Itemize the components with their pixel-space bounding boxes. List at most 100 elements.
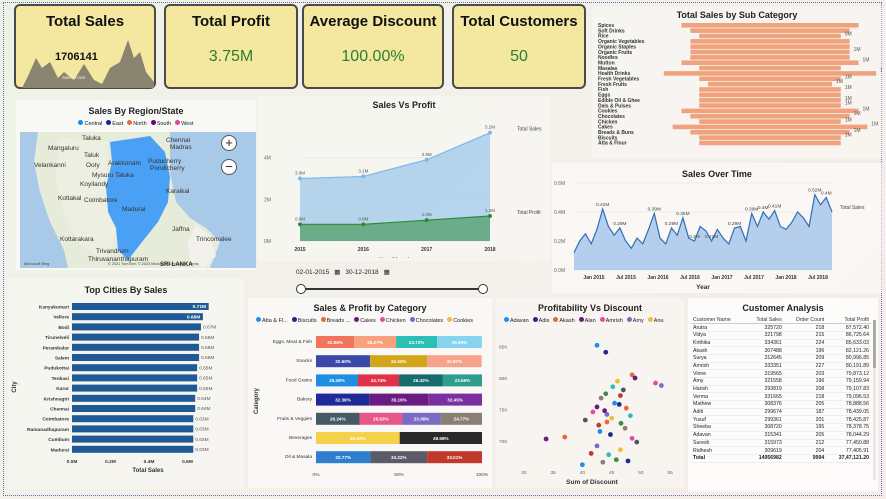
top-cities-panel[interactable]: Top Cities By Sales Kanyakumari 0.71M Vell…	[8, 279, 244, 489]
column-header[interactable]: Total Profit	[826, 316, 871, 325]
customer-table-wrap[interactable]: Customer Name Total Sales Order Count Total…	[691, 316, 871, 488]
end-date-input[interactable]: 30-12-2018	[345, 269, 378, 276]
scatter-point	[594, 404, 600, 410]
legend-item[interactable]: Chicken	[379, 317, 406, 324]
table-row[interactable]: Yusuf 299361 201 78,425.87	[691, 415, 871, 425]
legend-item[interactable]: Adavan	[504, 317, 529, 324]
table-cell: 308376	[745, 400, 784, 409]
table-row[interactable]: Adavan 315341 205 78,044.29	[691, 431, 871, 440]
table-cell: 315341	[745, 431, 784, 440]
table-cell: 196	[783, 346, 827, 355]
customer-analysis-panel[interactable]: Customer Analysis Customer Name Total Sal…	[688, 298, 878, 491]
legend-item[interactable]: Cakes	[354, 317, 376, 324]
data-label: 0.29M	[728, 221, 741, 227]
calendar-icon[interactable]: ▦	[384, 268, 390, 276]
legend-item[interactable]: Cookies	[447, 317, 473, 324]
scrollbar-thumb[interactable]	[873, 320, 876, 368]
column-header[interactable]: Order Count	[783, 316, 827, 325]
column-header[interactable]: Total Sales	[745, 316, 784, 325]
y-tick-label: 4M	[264, 156, 271, 162]
table-cell: 299674	[745, 408, 784, 417]
table-row[interactable]: Amrish 333351 227 80,191.89	[691, 362, 871, 371]
profitability-panel[interactable]: Profitability Vs Discount Adavan Adis Akas…	[496, 298, 684, 488]
sales-over-time-panel[interactable]: Sales Over Time 0.0M 0.2M 0.4M 0.6M 0.42M 0.2…	[552, 163, 882, 293]
data-label: 1M	[880, 68, 882, 74]
legend-item[interactable]: West	[175, 120, 194, 127]
zoom-in-button[interactable]: +	[221, 135, 237, 151]
x-tick-label: Jan 2017	[711, 275, 732, 281]
table-row[interactable]: Verma 331665 218 79,096.53	[691, 392, 871, 402]
table-row[interactable]: Arutra 325720 218 87,572.40	[691, 323, 871, 332]
slider-end-handle[interactable]	[478, 284, 488, 294]
map-panel[interactable]: Sales By Region/State Central East North So…	[16, 100, 256, 270]
data-label: 3.0M	[295, 171, 305, 176]
slider-start-handle[interactable]	[296, 284, 306, 294]
data-label: 0.22M	[705, 234, 718, 240]
table-row[interactable]: Mathew 308376 205 78,888.56	[691, 400, 871, 409]
category-chart-panel[interactable]: Sales & Profit by Category Atta & Fl... B…	[248, 298, 492, 488]
kpi-average-discount[interactable]: Average Discount 100.00%	[302, 4, 444, 89]
y-tick-label: 2M	[264, 197, 271, 203]
data-label: 22.96%	[327, 340, 343, 345]
table-row[interactable]: Vidya 321798 215 86,725.64	[691, 331, 871, 340]
table-cell: 215	[783, 331, 827, 340]
table-row[interactable]: Surya 312645 209 80,996.85	[691, 354, 871, 363]
legend-item[interactable]: Breads ...	[320, 317, 350, 324]
legend-item[interactable]: North	[127, 120, 147, 127]
legend-item[interactable]: Amy	[626, 317, 644, 324]
legend-item[interactable]: Amrish	[599, 317, 623, 324]
table-row[interactable]: Amy 321558 196 79,159.94	[691, 377, 871, 386]
legend-item[interactable]: East	[106, 120, 123, 127]
table-row[interactable]: Suresh 315973 212 77,450.88	[691, 439, 871, 448]
kpi-total-profit[interactable]: Total Profit 3.75M	[164, 4, 298, 89]
table-cell: Mathew	[691, 400, 746, 409]
legend-item[interactable]: Biscuits	[291, 317, 317, 324]
scatter-point	[610, 384, 616, 390]
bar	[72, 425, 194, 433]
legend-item[interactable]: Akash	[553, 317, 575, 324]
legend-dot	[553, 317, 559, 322]
map-place-label: Trincomalee	[196, 236, 232, 243]
x-tick-label: 35	[550, 470, 556, 476]
column-header[interactable]: Customer Name	[691, 316, 746, 325]
x-tick-label: 55	[667, 470, 673, 476]
zoom-out-button[interactable]: −	[221, 159, 237, 175]
series-label: Total Sales	[840, 205, 865, 211]
scatter-point	[612, 400, 617, 406]
kpi-total-sales[interactable]: Total Sales 1706141 Sales Track	[14, 4, 156, 89]
sales-vs-profit-panel[interactable]: Sales Vs Profit 0M2M4M2015201620172018Ye…	[258, 96, 550, 261]
table-cell: 85,633.03	[826, 339, 871, 348]
legend-item[interactable]: Adis	[532, 317, 549, 324]
table-cell: Amrish	[691, 362, 746, 371]
legend-item[interactable]: Alan	[578, 317, 596, 324]
sub-category-chart-panel[interactable]: Total Sales by Sub Category Spices Soft D…	[592, 6, 882, 158]
table-row[interactable]: Akash 307488 196 82,121.26	[691, 346, 871, 355]
start-date-input[interactable]: 02-01-2015	[296, 269, 329, 276]
table-cell: Akash	[691, 346, 746, 355]
kpi-total-customers[interactable]: Total Customers 50	[452, 4, 586, 89]
legend-item[interactable]: Central	[78, 120, 102, 127]
table-row[interactable]: Krithika 334361 224 85,633.03	[691, 339, 871, 348]
legend-item[interactable]: Anu	[647, 317, 664, 324]
table-row[interactable]: Vinne 319565 203 79,873.12	[691, 369, 871, 378]
data-label: 1M	[854, 47, 861, 53]
legend-item[interactable]: South	[150, 120, 171, 127]
calendar-icon[interactable]: ▦	[334, 268, 340, 276]
scatter-point	[613, 457, 619, 463]
table-total-row[interactable]: Total 14956982 9994 37,47,121.20	[691, 453, 871, 463]
date-range-slicer[interactable]: 02-01-2015 ▦ 30-12-2018 ▦	[296, 268, 496, 298]
table-scrollbar[interactable]	[873, 320, 876, 480]
bar	[699, 33, 841, 39]
table-row[interactable]: Ridhesh 309619 204 77,405.91	[691, 446, 871, 455]
legend-dot	[320, 317, 326, 322]
map-canvas[interactable]: Taluka Chennai Mangaluru Madras Velankanni Pu…	[20, 132, 256, 268]
table-row[interactable]: Harish 293819 208 79,107.83	[691, 385, 871, 394]
table-row[interactable]: Sheeba 308720 195 78,378.75	[691, 423, 871, 432]
data-label: 1M	[845, 75, 852, 81]
table-row[interactable]: Aditi 299674 187 78,439.05	[691, 408, 871, 417]
legend-item[interactable]: Atta & Fl...	[256, 317, 288, 324]
legend-item[interactable]: Chocolates	[409, 317, 443, 324]
table-cell: 78,044.29	[826, 431, 871, 440]
data-label: 26.24%	[330, 417, 346, 422]
table-cell: 78,888.56	[826, 400, 871, 409]
